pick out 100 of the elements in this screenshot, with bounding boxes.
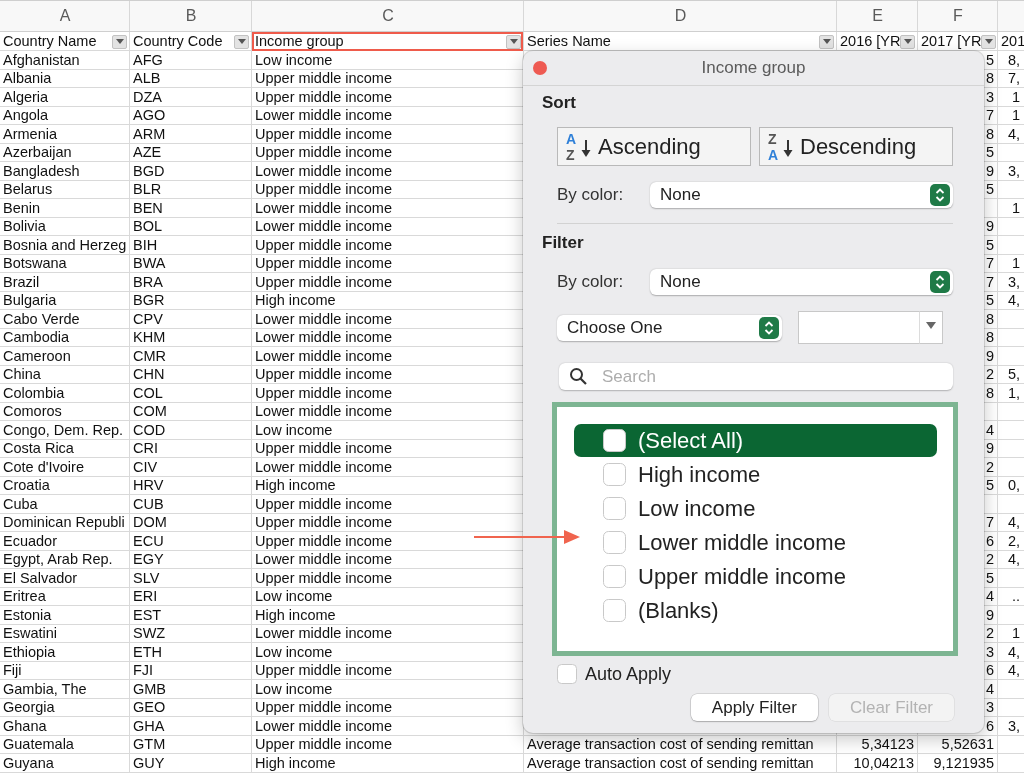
column-letter[interactable]: D (674, 7, 687, 25)
popup-title: Income group (701, 58, 806, 78)
income-group: Lower middle income (255, 162, 392, 180)
column-title: Country Code (133, 33, 223, 50)
year-value: 4 (985, 680, 994, 698)
country-code: BEN (133, 199, 163, 217)
checkbox[interactable] (603, 497, 626, 520)
column-title: 2016 [YR (840, 33, 901, 50)
cell-value: 7, (1007, 70, 1020, 88)
country-code: GMB (133, 680, 167, 698)
column-letter[interactable]: B (185, 7, 197, 25)
section-heading: Filter (541, 233, 585, 253)
year-value: 9 (985, 347, 994, 365)
income-group: Upper middle income (255, 88, 392, 106)
income-group: Upper middle income (255, 569, 392, 587)
column-letter[interactable]: F (953, 7, 963, 25)
search-field[interactable]: Search (559, 363, 953, 390)
column-title: Country Name (3, 33, 97, 50)
filter-option[interactable]: Lower middle income (574, 526, 937, 559)
income-group: Low income (255, 588, 333, 606)
filter-action-button[interactable]: Apply Filter (690, 694, 818, 721)
country-name: Gambia, The (3, 680, 87, 698)
country-name: China (3, 366, 41, 384)
year-value: 3 (985, 699, 994, 717)
filter-button[interactable] (900, 34, 916, 49)
color-select[interactable]: None (650, 269, 953, 295)
year-value: 2 (985, 625, 994, 643)
filter-button[interactable] (506, 34, 521, 49)
checkbox[interactable] (557, 664, 577, 684)
sort-button[interactable]: A Z Ascending (557, 127, 751, 166)
filter-option[interactable]: (Blanks) (574, 594, 937, 627)
column-letter[interactable]: C (382, 7, 394, 25)
column-title: 201 (1001, 33, 1024, 50)
country-name: Guatemala (3, 736, 74, 754)
country-code: COD (133, 421, 166, 439)
income-group: Upper middle income (255, 273, 392, 291)
country-name: Cambodia (3, 329, 70, 347)
column-letter[interactable]: A (59, 7, 71, 25)
income-group: Lower middle income (255, 551, 392, 569)
country-name: Ecuador (3, 532, 57, 550)
color-select[interactable]: None (650, 182, 953, 208)
search-icon (569, 367, 587, 385)
criteria-field[interactable] (798, 311, 919, 344)
cell-value: 1 (1011, 88, 1020, 106)
income-group: Upper middle income (255, 495, 392, 513)
cell-value: 1 (1011, 255, 1020, 273)
filter-button[interactable] (819, 34, 834, 49)
caret-icon (509, 39, 518, 44)
sort-button[interactable]: Z A Descending (759, 127, 953, 166)
column-letter[interactable]: E (872, 7, 883, 25)
checkbox[interactable] (603, 565, 626, 588)
checkbox[interactable] (603, 531, 626, 554)
country-code: BRA (133, 273, 163, 291)
filter-option[interactable]: High income (574, 458, 937, 491)
checkbox[interactable] (603, 599, 626, 622)
close-button[interactable] (533, 61, 547, 75)
income-group: Upper middle income (255, 144, 392, 162)
country-name: Algeria (3, 88, 49, 106)
year-value: 10,04213 (853, 754, 914, 772)
year-value: 6 (985, 532, 994, 550)
country-code: EST (133, 606, 162, 624)
income-group: Upper middle income (255, 255, 392, 273)
checkbox[interactable] (603, 463, 626, 486)
condition-select[interactable]: Choose One (557, 314, 782, 341)
country-name: Angola (3, 107, 49, 125)
country-code: BWA (133, 255, 166, 273)
country-name: Ghana (3, 717, 47, 735)
by-color-label: By color: (557, 185, 625, 205)
year-value: 3 (985, 88, 994, 106)
country-name: Azerbaijan (3, 144, 72, 162)
year-value: 8 (985, 384, 994, 402)
country-name: Armenia (3, 125, 57, 143)
income-group: Lower middle income (255, 310, 392, 328)
filter-option[interactable]: Low income (574, 492, 937, 525)
income-group: Upper middle income (255, 181, 392, 199)
country-name: Georgia (3, 699, 55, 717)
country-name: Comoros (3, 403, 62, 421)
filter-button[interactable] (234, 34, 249, 49)
country-code: GUY (133, 754, 165, 772)
filter-button[interactable] (112, 34, 127, 49)
country-name: Egypt, Arab Rep. (3, 551, 113, 569)
year-value: 9,121935 (933, 754, 994, 772)
year-value: 9 (985, 606, 994, 624)
year-value: 9 (985, 218, 994, 236)
filter-option[interactable]: Upper middle income (574, 560, 937, 593)
filter-option[interactable]: (Select All) (574, 424, 937, 457)
country-name: Croatia (3, 477, 50, 495)
country-name: Ethiopia (3, 643, 56, 661)
country-name: Costa Rica (3, 440, 74, 458)
cell-value: 1 (1011, 107, 1020, 125)
filter-button[interactable] (981, 34, 997, 49)
country-name: Benin (3, 199, 41, 217)
dropdown-button[interactable] (919, 311, 943, 344)
country-name: Albania (3, 70, 52, 88)
checkbox[interactable] (603, 429, 626, 452)
income-group: Lower middle income (255, 625, 392, 643)
year-value: 5 (985, 569, 994, 587)
cell-value: 4, (1007, 662, 1020, 680)
cell-value: 5, (1007, 366, 1020, 384)
year-value: 7 (985, 107, 994, 125)
